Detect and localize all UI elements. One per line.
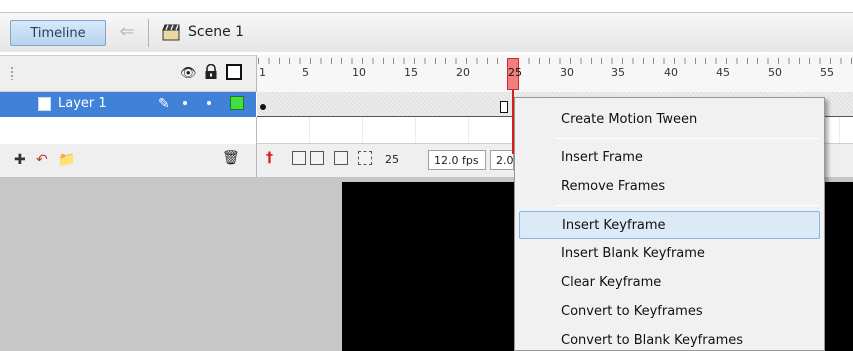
menu-item-insert-keyframe[interactable]: Insert Keyframe	[519, 211, 820, 239]
ruler-number: 10	[352, 66, 366, 79]
trash-icon[interactable]: 🗑	[222, 150, 240, 166]
ruler-number: 55	[820, 66, 834, 79]
elapsed-time-readout: 2.0	[490, 150, 514, 170]
layer-page-icon	[38, 97, 51, 111]
menu-item-convert-to-keyframes[interactable]: Convert to Keyframes	[519, 298, 820, 326]
ruler-number: 30	[560, 66, 574, 79]
keyframe-end-marker[interactable]	[500, 101, 508, 113]
ruler-number: 50	[768, 66, 782, 79]
add-motion-guide-icon[interactable]: ↶	[36, 152, 48, 168]
ruler-number: 1	[259, 66, 266, 79]
center-frame-icon[interactable]: †	[266, 150, 273, 166]
timeline-button[interactable]: Timeline	[10, 20, 106, 46]
ruler-number: 40	[664, 66, 678, 79]
menu-item-clear-keyframe[interactable]: Clear Keyframe	[519, 269, 820, 297]
edit-multiple-frames-icon[interactable]	[334, 151, 348, 165]
ruler-number: 15	[404, 66, 418, 79]
ruler-ticks	[258, 58, 853, 64]
layer-name[interactable]: Layer 1	[58, 96, 107, 111]
visibility-dot[interactable]	[183, 101, 187, 105]
scene-label[interactable]: Scene 1	[188, 24, 244, 40]
frame-rate-readout[interactable]: 12.0 fps	[428, 150, 486, 170]
ruler-number: 20	[456, 66, 470, 79]
current-frame-readout: 25	[385, 153, 399, 166]
menu-item-insert-frame[interactable]: Insert Frame	[519, 144, 820, 172]
clapperboard-icon	[162, 24, 180, 41]
pencil-icon: ✎	[158, 96, 170, 112]
lock-icon[interactable]	[204, 64, 218, 80]
add-layer-icon[interactable]: ✚	[14, 152, 26, 168]
toolbar-divider	[148, 19, 149, 47]
ruler-number: 5	[302, 66, 309, 79]
eye-icon[interactable]: 👁	[180, 66, 197, 81]
ruler-number: 45	[716, 66, 730, 79]
ruler-number: 35	[611, 66, 625, 79]
menu-item-convert-to-blank-keyframes[interactable]: Convert to Blank Keyframes	[519, 327, 820, 351]
add-folder-icon[interactable]: 📁	[58, 152, 75, 168]
menu-item-create-motion-tween[interactable]: Create Motion Tween	[519, 106, 820, 134]
layer-outline-color-swatch[interactable]	[230, 96, 244, 110]
onion-skin-outlines-icon[interactable]	[310, 151, 324, 165]
back-arrow-icon[interactable]: ⇐	[116, 22, 138, 44]
layers-frames-divider[interactable]	[256, 117, 257, 178]
playhead-frame-number: 25	[508, 66, 522, 79]
outline-square-icon[interactable]	[226, 64, 242, 80]
onion-skin-icon[interactable]	[292, 151, 306, 165]
lock-dot[interactable]	[207, 101, 211, 105]
keyframe-start[interactable]	[260, 104, 266, 110]
menu-separator	[555, 138, 819, 139]
menu-item-remove-frames[interactable]: Remove Frames	[519, 173, 820, 201]
menu-item-insert-blank-keyframe[interactable]: Insert Blank Keyframe	[519, 240, 820, 268]
drag-grip-icon[interactable]	[10, 66, 14, 80]
menu-separator	[555, 205, 819, 206]
modify-onion-markers-icon[interactable]	[358, 151, 372, 165]
frame-context-menu: Create Motion Tween Insert Frame Remove …	[514, 97, 825, 351]
